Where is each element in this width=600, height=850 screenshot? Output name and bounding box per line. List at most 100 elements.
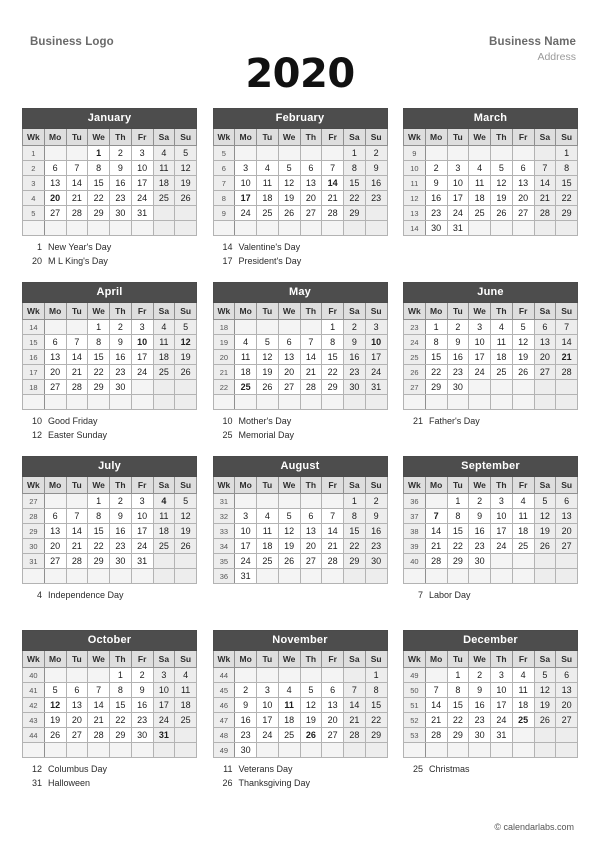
day-cell[interactable]: 6 xyxy=(65,682,89,698)
day-cell[interactable]: 28 xyxy=(65,553,89,569)
day-cell[interactable]: 2 xyxy=(446,319,470,335)
day-cell[interactable]: 10 xyxy=(130,508,154,524)
day-cell[interactable]: 30 xyxy=(109,553,132,569)
day-cell[interactable]: 24 xyxy=(490,712,513,728)
day-cell[interactable]: 6 xyxy=(321,682,344,698)
day-cell[interactable]: 13 xyxy=(43,349,67,365)
day-cell[interactable]: 7 xyxy=(424,508,448,524)
day-cell[interactable]: 17 xyxy=(446,190,470,206)
day-cell[interactable]: 29 xyxy=(446,727,470,743)
day-cell[interactable]: 27 xyxy=(511,205,535,221)
day-cell[interactable]: 28 xyxy=(424,553,448,569)
day-cell[interactable]: 11 xyxy=(174,682,197,698)
day-cell[interactable]: 8 xyxy=(446,508,470,524)
day-cell[interactable]: 16 xyxy=(109,175,132,191)
day-cell[interactable]: 2 xyxy=(468,667,491,683)
day-cell[interactable]: 25 xyxy=(152,190,176,206)
day-cell[interactable]: 13 xyxy=(555,508,578,524)
day-cell[interactable]: 14 xyxy=(321,523,344,539)
day-cell[interactable]: 20 xyxy=(43,364,67,380)
day-cell[interactable]: 22 xyxy=(364,712,388,728)
day-cell[interactable]: 24 xyxy=(364,364,388,380)
day-cell[interactable]: 1 xyxy=(343,493,366,509)
day-cell[interactable]: 12 xyxy=(299,697,323,713)
day-cell[interactable]: 22 xyxy=(87,190,110,206)
day-cell[interactable]: 9 xyxy=(109,160,132,176)
day-cell[interactable]: 23 xyxy=(364,538,388,554)
day-cell[interactable]: 24 xyxy=(234,553,257,569)
day-cell[interactable]: 22 xyxy=(321,364,344,380)
day-cell[interactable]: 13 xyxy=(299,523,323,539)
day-cell[interactable]: 16 xyxy=(364,175,388,191)
day-cell[interactable]: 19 xyxy=(490,190,513,206)
day-cell[interactable]: 8 xyxy=(343,160,366,176)
day-cell[interactable]: 12 xyxy=(43,697,67,713)
day-cell[interactable]: 5 xyxy=(490,160,513,176)
day-cell[interactable]: 5 xyxy=(511,319,535,335)
day-cell[interactable]: 12 xyxy=(277,175,301,191)
day-cell[interactable]: 29 xyxy=(343,553,366,569)
day-cell[interactable]: 22 xyxy=(446,538,470,554)
day-cell[interactable]: 16 xyxy=(364,523,388,539)
day-cell[interactable]: 8 xyxy=(424,334,448,350)
day-cell[interactable]: 16 xyxy=(343,349,366,365)
day-cell[interactable]: 20 xyxy=(299,538,323,554)
day-cell[interactable]: 21 xyxy=(424,538,448,554)
day-cell[interactable]: 19 xyxy=(533,523,557,539)
day-cell[interactable]: 15 xyxy=(87,175,110,191)
day-cell[interactable]: 15 xyxy=(321,349,344,365)
day-cell[interactable]: 8 xyxy=(555,160,578,176)
day-cell[interactable]: 15 xyxy=(109,697,132,713)
day-cell[interactable]: 19 xyxy=(256,364,279,380)
day-cell[interactable]: 29 xyxy=(87,553,110,569)
day-cell[interactable]: 27 xyxy=(555,712,578,728)
day-cell[interactable]: 22 xyxy=(424,364,448,380)
day-cell[interactable]: 15 xyxy=(364,697,388,713)
day-cell[interactable]: 24 xyxy=(468,364,491,380)
day-cell[interactable]: 4 xyxy=(152,493,176,509)
day-cell[interactable]: 21 xyxy=(299,364,323,380)
day-cell[interactable]: 15 xyxy=(424,349,448,365)
day-cell[interactable]: 4 xyxy=(490,319,513,335)
day-cell[interactable]: 5 xyxy=(174,319,197,335)
day-cell[interactable]: 10 xyxy=(364,334,388,350)
day-cell[interactable]: 9 xyxy=(109,508,132,524)
day-cell[interactable]: 15 xyxy=(446,523,470,539)
day-cell[interactable]: 17 xyxy=(256,712,279,728)
day-cell[interactable]: 4 xyxy=(152,145,176,161)
day-cell[interactable]: 25 xyxy=(277,727,301,743)
day-cell[interactable]: 3 xyxy=(446,160,470,176)
day-cell[interactable]: 14 xyxy=(424,523,448,539)
day-cell[interactable]: 11 xyxy=(256,175,279,191)
day-cell[interactable]: 27 xyxy=(277,379,301,395)
day-cell[interactable]: 26 xyxy=(277,553,301,569)
day-cell[interactable]: 22 xyxy=(343,538,366,554)
day-cell[interactable]: 29 xyxy=(446,553,470,569)
day-cell[interactable]: 15 xyxy=(555,175,578,191)
day-cell[interactable]: 21 xyxy=(343,712,366,728)
day-cell[interactable]: 5 xyxy=(533,493,557,509)
day-cell[interactable]: 27 xyxy=(65,727,89,743)
day-cell[interactable]: 19 xyxy=(511,349,535,365)
day-cell[interactable]: 10 xyxy=(446,175,470,191)
day-cell[interactable]: 18 xyxy=(256,190,279,206)
day-cell[interactable]: 13 xyxy=(43,523,67,539)
day-cell[interactable]: 21 xyxy=(87,712,110,728)
day-cell[interactable]: 25 xyxy=(256,205,279,221)
day-cell[interactable]: 27 xyxy=(533,364,557,380)
day-cell[interactable]: 15 xyxy=(87,523,110,539)
day-cell[interactable]: 14 xyxy=(87,697,110,713)
day-cell[interactable]: 4 xyxy=(511,493,535,509)
day-cell[interactable]: 12 xyxy=(277,523,301,539)
day-cell[interactable]: 2 xyxy=(343,319,366,335)
day-cell[interactable]: 5 xyxy=(43,682,67,698)
day-cell[interactable]: 20 xyxy=(511,190,535,206)
day-cell[interactable]: 12 xyxy=(256,349,279,365)
day-cell[interactable]: 6 xyxy=(277,334,301,350)
day-cell[interactable]: 8 xyxy=(87,160,110,176)
day-cell[interactable]: 16 xyxy=(234,712,257,728)
day-cell[interactable]: 30 xyxy=(130,727,154,743)
day-cell[interactable]: 21 xyxy=(424,712,448,728)
day-cell[interactable]: 1 xyxy=(87,319,110,335)
day-cell[interactable]: 11 xyxy=(234,349,257,365)
